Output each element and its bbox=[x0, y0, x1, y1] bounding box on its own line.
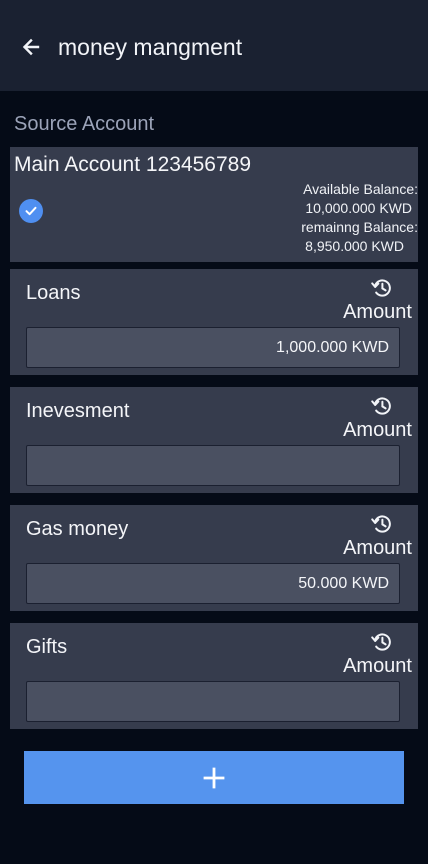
remaining-balance-value: 8,950.000 KWD bbox=[305, 238, 404, 254]
arrow-left-icon bbox=[22, 38, 40, 56]
history-icon bbox=[371, 633, 391, 651]
account-name: Main Account 123456789 bbox=[14, 153, 252, 176]
history-icon bbox=[371, 279, 391, 297]
history-button[interactable] bbox=[370, 394, 394, 418]
amount-input[interactable]: 50.000 KWD bbox=[26, 563, 400, 604]
section-title-source-account: Source Account bbox=[14, 113, 155, 135]
category-card-loans: Loans Amount 1,000.000 KWD bbox=[10, 269, 418, 375]
history-button[interactable] bbox=[370, 276, 394, 300]
back-button[interactable] bbox=[14, 30, 48, 64]
add-category-button[interactable] bbox=[24, 751, 404, 804]
history-button[interactable] bbox=[370, 630, 394, 654]
amount-input[interactable] bbox=[26, 445, 400, 486]
category-card-inevesment: Inevesment Amount bbox=[10, 387, 418, 493]
available-balance-value: 10,000.000 KWD bbox=[305, 200, 412, 216]
category-name: Gas money bbox=[26, 518, 129, 540]
category-name: Gifts bbox=[26, 636, 68, 658]
remaining-balance-label: remainng Balance: bbox=[301, 219, 418, 235]
plus-icon bbox=[203, 767, 225, 788]
category-name: Loans bbox=[26, 282, 81, 304]
history-icon bbox=[371, 397, 391, 415]
amount-input[interactable]: 1,000.000 KWD bbox=[26, 327, 400, 368]
amount-input[interactable] bbox=[26, 681, 400, 722]
app-bar: money mangment bbox=[0, 0, 428, 91]
source-account-card[interactable]: Main Account 123456789 Available Balance… bbox=[10, 147, 418, 262]
balance-info: Available Balance: 10,000.000 KWD remain… bbox=[258, 180, 418, 256]
check-circle-icon[interactable] bbox=[19, 199, 43, 223]
history-button[interactable] bbox=[370, 512, 394, 536]
amount-label: Amount bbox=[343, 419, 412, 441]
page-title: money mangment bbox=[58, 34, 243, 60]
amount-label: Amount bbox=[343, 301, 412, 323]
category-card-gas-money: Gas money Amount 50.000 KWD bbox=[10, 505, 418, 611]
amount-label: Amount bbox=[343, 655, 412, 677]
category-card-gifts: Gifts Amount bbox=[10, 623, 418, 729]
available-balance-label: Available Balance: bbox=[303, 181, 418, 197]
category-name: Inevesment bbox=[26, 400, 130, 422]
history-icon bbox=[371, 515, 391, 533]
amount-label: Amount bbox=[343, 537, 412, 559]
